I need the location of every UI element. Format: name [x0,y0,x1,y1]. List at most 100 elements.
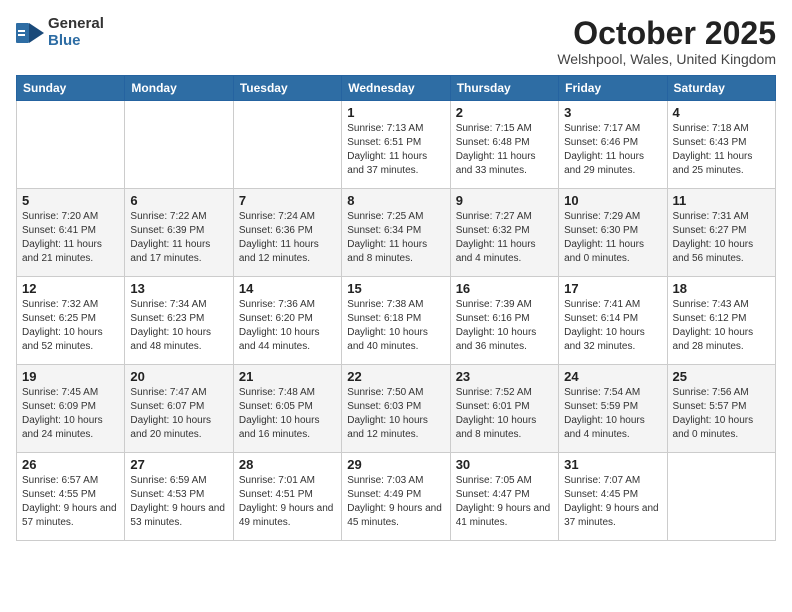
table-cell: 5Sunrise: 7:20 AM Sunset: 6:41 PM Daylig… [17,189,125,277]
header-tuesday: Tuesday [233,76,341,101]
cell-day-number: 21 [239,369,336,384]
table-cell: 30Sunrise: 7:05 AM Sunset: 4:47 PM Dayli… [450,453,558,541]
cell-day-number: 1 [347,105,444,120]
cell-day-number: 29 [347,457,444,472]
cell-info: Sunrise: 7:13 AM Sunset: 6:51 PM Dayligh… [347,122,444,178]
cell-info: Sunrise: 7:17 AM Sunset: 6:46 PM Dayligh… [564,122,661,178]
table-cell: 14 Sunrise: 7:36 AM Sunset: 6:20 PM Dayli… [233,277,341,365]
header-sunday: Sunday [17,76,125,101]
cell-day-number: 2 [456,105,553,120]
logo-blue: Blue [48,32,81,49]
table-cell: 23 Sunrise: 7:52 AM Sunset: 6:01 PM Dayli… [450,365,558,453]
table-cell: 8 Sunrise: 7:25 AM Sunset: 6:34 PM Daylig… [342,189,450,277]
table-cell: 4 Sunrise: 7:18 AM Sunset: 6:43 PM Daylig… [667,101,775,189]
cell-info: Sunrise: 7:47 AM Sunset: 6:07 PM Dayligh… [130,386,227,442]
logo: General Blue [16,16,104,49]
header-wednesday: Wednesday [342,76,450,101]
cell-info: Sunrise: 7:54 AM Sunset: 5:59 PM Dayligh… [564,386,661,442]
cell-info: Sunrise: 7:20 AM Sunset: 6:41 PM Dayligh… [22,210,119,266]
weekday-header-row: Sunday Monday Tuesday Wednesday Thursday… [17,76,776,101]
cell-info: Sunrise: 7:25 AM Sunset: 6:34 PM Dayligh… [347,210,444,266]
table-cell: 13Sunrise: 7:34 AM Sunset: 6:23 PM Dayli… [125,277,233,365]
cell-info: Sunrise: 7:43 AM Sunset: 6:12 PM Dayligh… [673,298,770,354]
calendar-table: Sunday Monday Tuesday Wednesday Thursday… [16,75,776,541]
cell-info: Sunrise: 7:22 AM Sunset: 6:39 PM Dayligh… [130,210,227,266]
header-thursday: Thursday [450,76,558,101]
cell-day-number: 20 [130,369,227,384]
cell-day-number: 8 [347,193,444,208]
cell-day-number: 17 [564,281,661,296]
cell-info: Sunrise: 7:52 AM Sunset: 6:01 PM Dayligh… [456,386,553,442]
table-cell: 7 Sunrise: 7:24 AM Sunset: 6:36 PM Daylig… [233,189,341,277]
table-cell: 3Sunrise: 7:17 AM Sunset: 6:46 PM Daylig… [559,101,667,189]
cell-info: Sunrise: 6:57 AM Sunset: 4:55 PM Dayligh… [22,474,119,530]
table-cell: 9Sunrise: 7:27 AM Sunset: 6:32 PM Daylig… [450,189,558,277]
week-row-5: 26 Sunrise: 6:57 AM Sunset: 4:55 PM Dayli… [17,453,776,541]
table-cell: 25Sunrise: 7:56 AM Sunset: 5:57 PM Dayli… [667,365,775,453]
cell-day-number: 23 [456,369,553,384]
cell-day-number: 25 [673,369,770,384]
cell-day-number: 24 [564,369,661,384]
cell-info: Sunrise: 7:07 AM Sunset: 4:45 PM Dayligh… [564,474,661,530]
table-cell: 18 Sunrise: 7:43 AM Sunset: 6:12 PM Dayli… [667,277,775,365]
table-cell: 27 Sunrise: 6:59 AM Sunset: 4:53 PM Dayli… [125,453,233,541]
header-monday: Monday [125,76,233,101]
cell-info: Sunrise: 7:34 AM Sunset: 6:23 PM Dayligh… [130,298,227,354]
cell-info: Sunrise: 7:03 AM Sunset: 4:49 PM Dayligh… [347,474,444,530]
cell-day-number: 11 [673,193,770,208]
page-header: General Blue October 2025 Welshpool, Wal… [16,16,776,67]
table-cell: 31 Sunrise: 7:07 AM Sunset: 4:45 PM Dayli… [559,453,667,541]
cell-info: Sunrise: 7:31 AM Sunset: 6:27 PM Dayligh… [673,210,770,266]
table-cell [17,101,125,189]
table-cell: 21Sunrise: 7:48 AM Sunset: 6:05 PM Dayli… [233,365,341,453]
table-cell: 26 Sunrise: 6:57 AM Sunset: 4:55 PM Dayli… [17,453,125,541]
cell-info: Sunrise: 7:36 AM Sunset: 6:20 PM Dayligh… [239,298,336,354]
table-cell: 22Sunrise: 7:50 AM Sunset: 6:03 PM Dayli… [342,365,450,453]
cell-info: Sunrise: 7:01 AM Sunset: 4:51 PM Dayligh… [239,474,336,530]
cell-day-number: 31 [564,457,661,472]
cell-day-number: 4 [673,105,770,120]
table-cell [125,101,233,189]
cell-day-number: 16 [456,281,553,296]
cell-day-number: 19 [22,369,119,384]
cell-day-number: 27 [130,457,227,472]
table-cell: 24 Sunrise: 7:54 AM Sunset: 5:59 PM Dayli… [559,365,667,453]
table-cell: 17 Sunrise: 7:41 AM Sunset: 6:14 PM Dayli… [559,277,667,365]
cell-info: Sunrise: 7:18 AM Sunset: 6:43 PM Dayligh… [673,122,770,178]
cell-day-number: 7 [239,193,336,208]
table-cell: 6 Sunrise: 7:22 AM Sunset: 6:39 PM Daylig… [125,189,233,277]
cell-info: Sunrise: 7:05 AM Sunset: 4:47 PM Dayligh… [456,474,553,530]
table-cell: 1 Sunrise: 7:13 AM Sunset: 6:51 PM Daylig… [342,101,450,189]
cell-info: Sunrise: 7:41 AM Sunset: 6:14 PM Dayligh… [564,298,661,354]
cell-day-number: 14 [239,281,336,296]
cell-day-number: 22 [347,369,444,384]
cell-info: Sunrise: 7:24 AM Sunset: 6:36 PM Dayligh… [239,210,336,266]
table-cell: 29 Sunrise: 7:03 AM Sunset: 4:49 PM Dayli… [342,453,450,541]
table-cell: 28Sunrise: 7:01 AM Sunset: 4:51 PM Dayli… [233,453,341,541]
cell-info: Sunrise: 7:38 AM Sunset: 6:18 PM Dayligh… [347,298,444,354]
table-cell: 11 Sunrise: 7:31 AM Sunset: 6:27 PM Dayli… [667,189,775,277]
cell-info: Sunrise: 7:29 AM Sunset: 6:30 PM Dayligh… [564,210,661,266]
logo-text: General Blue [48,16,104,49]
table-cell [667,453,775,541]
cell-day-number: 18 [673,281,770,296]
header-friday: Friday [559,76,667,101]
table-cell: 16Sunrise: 7:39 AM Sunset: 6:16 PM Dayli… [450,277,558,365]
cell-day-number: 26 [22,457,119,472]
logo-icon [16,23,44,43]
cell-info: Sunrise: 7:15 AM Sunset: 6:48 PM Dayligh… [456,122,553,178]
logo-general: General [48,15,104,32]
cell-info: Sunrise: 6:59 AM Sunset: 4:53 PM Dayligh… [130,474,227,530]
cell-day-number: 6 [130,193,227,208]
cell-info: Sunrise: 7:45 AM Sunset: 6:09 PM Dayligh… [22,386,119,442]
cell-info: Sunrise: 7:32 AM Sunset: 6:25 PM Dayligh… [22,298,119,354]
month-title: October 2025 [557,16,776,51]
table-cell: 12Sunrise: 7:32 AM Sunset: 6:25 PM Dayli… [17,277,125,365]
title-area: October 2025 Welshpool, Wales, United Ki… [557,16,776,67]
table-cell: 19 Sunrise: 7:45 AM Sunset: 6:09 PM Dayli… [17,365,125,453]
table-cell: 20 Sunrise: 7:47 AM Sunset: 6:07 PM Dayli… [125,365,233,453]
cell-day-number: 10 [564,193,661,208]
table-cell: 10 Sunrise: 7:29 AM Sunset: 6:30 PM Dayli… [559,189,667,277]
location-title: Welshpool, Wales, United Kingdom [557,51,776,67]
cell-day-number: 9 [456,193,553,208]
